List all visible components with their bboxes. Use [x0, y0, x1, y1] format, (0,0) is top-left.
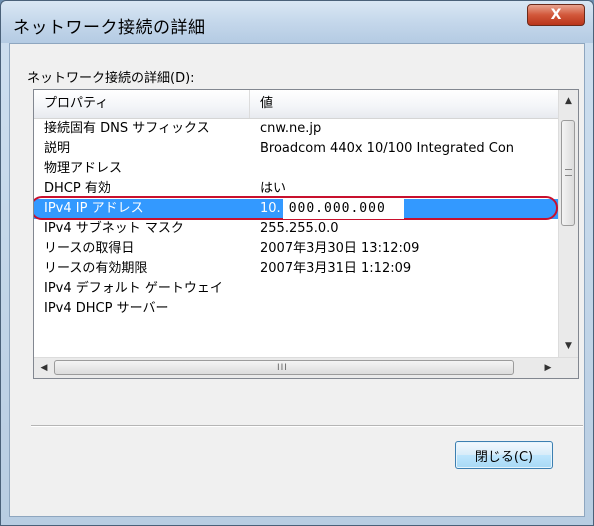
property-value: 255.255.0.0 [260, 221, 339, 236]
property-name: DHCP 有効 [44, 181, 111, 196]
grip-icon: III [277, 363, 288, 373]
scroll-left-arrow-icon[interactable]: ◀ [34, 358, 54, 378]
dialog-window: ネットワーク接続の詳細 X ネットワーク接続の詳細(D): プロパティ 値 接続… [0, 0, 594, 526]
close-icon: X [550, 7, 562, 23]
details-listview[interactable]: プロパティ 値 接続固有 DNS サフィックス cnw.ne.jp 説明 Bro… [33, 89, 579, 379]
divider [31, 425, 583, 427]
list-item[interactable]: IPv4 デフォルト ゲートウェイ [34, 279, 558, 299]
close-button[interactable]: 閉じる(C) [455, 441, 553, 469]
property-name: 物理アドレス [44, 161, 123, 176]
scroll-up-arrow-icon[interactable]: ▲ [559, 92, 578, 110]
list-item[interactable]: 説明 Broadcom 440x 10/100 Integrated Con [34, 139, 558, 159]
column-header-property[interactable]: プロパティ [34, 90, 250, 118]
list-item[interactable]: DHCP 有効 はい [34, 179, 558, 199]
scroll-right-arrow-icon[interactable]: ▶ [538, 358, 558, 378]
property-value: 2007年3月31日 1:12:09 [260, 261, 412, 276]
property-name: リースの有効期限 [44, 261, 148, 276]
horizontal-scrollbar[interactable]: ◀ III ▶ [34, 357, 578, 378]
ip-prefix: 10. [260, 201, 281, 216]
horizontal-scroll-thumb[interactable]: III [54, 360, 514, 375]
property-name: 説明 [44, 141, 71, 156]
title-bar[interactable]: ネットワーク接続の詳細 X [1, 1, 593, 43]
list-item[interactable]: 接続固有 DNS サフィックス cnw.ne.jp [34, 119, 558, 139]
window-title: ネットワーク接続の詳細 [13, 18, 206, 38]
list-item[interactable]: 物理アドレス [34, 159, 558, 179]
grip-icon [565, 169, 572, 176]
column-header-value[interactable]: 値 [250, 90, 558, 118]
property-name: リースの取得日 [44, 241, 135, 256]
listview-header: プロパティ 値 [34, 90, 558, 119]
property-name: 接続固有 DNS サフィックス [44, 121, 210, 136]
list-item[interactable]: IPv4 DHCP サーバー [34, 299, 558, 319]
property-name: IPv4 IP アドレス [44, 201, 144, 216]
redacted-ip-value: 000.000.000 [282, 199, 404, 219]
listview-body: 接続固有 DNS サフィックス cnw.ne.jp 説明 Broadcom 44… [34, 119, 558, 357]
vertical-scroll-thumb[interactable] [561, 120, 575, 226]
list-item[interactable]: リースの取得日 2007年3月30日 13:12:09 [34, 239, 558, 259]
property-value: 2007年3月30日 13:12:09 [260, 241, 420, 256]
scroll-down-arrow-icon[interactable]: ▼ [559, 337, 578, 355]
property-name: IPv4 DHCP サーバー [44, 301, 169, 316]
property-value: cnw.ne.jp [260, 121, 322, 136]
vertical-scrollbar[interactable]: ▲ ▼ [558, 90, 578, 357]
list-item[interactable]: リースの有効期限 2007年3月31日 1:12:09 [34, 259, 558, 279]
property-value: はい [260, 181, 287, 196]
property-value: 10. 000.000.000 [260, 199, 404, 219]
property-name: IPv4 デフォルト ゲートウェイ [44, 281, 223, 296]
property-value: Broadcom 440x 10/100 Integrated Con [260, 141, 515, 156]
window-close-button[interactable]: X [527, 4, 585, 26]
details-section-label: ネットワーク接続の詳細(D): [27, 71, 195, 86]
list-item-selected[interactable]: IPv4 IP アドレス 10. 000.000.000 [34, 196, 558, 220]
list-item[interactable]: IPv4 サブネット マスク 255.255.0.0 [34, 219, 558, 239]
property-name: IPv4 サブネット マスク [44, 221, 184, 236]
